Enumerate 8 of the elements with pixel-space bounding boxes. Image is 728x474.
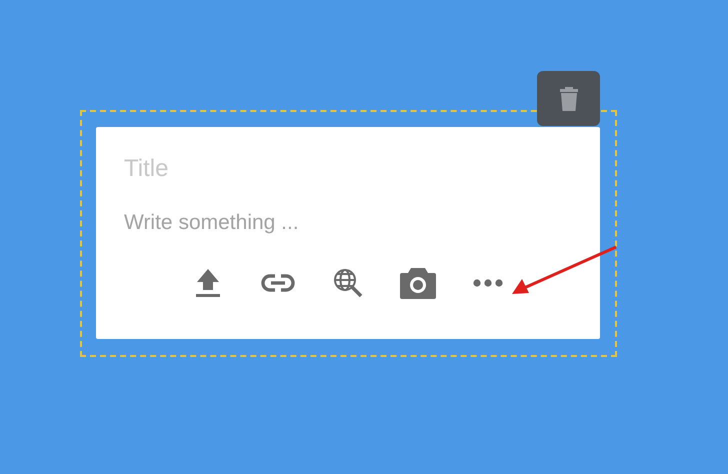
more-icon: [473, 279, 503, 287]
delete-button[interactable]: [537, 71, 600, 126]
link-icon: [261, 274, 295, 292]
body-field[interactable]: Write something ...: [124, 207, 572, 239]
camera-icon: [400, 267, 436, 299]
upload-icon: [195, 268, 221, 298]
globe-search-icon: [333, 268, 363, 298]
trash-icon: [558, 86, 578, 112]
